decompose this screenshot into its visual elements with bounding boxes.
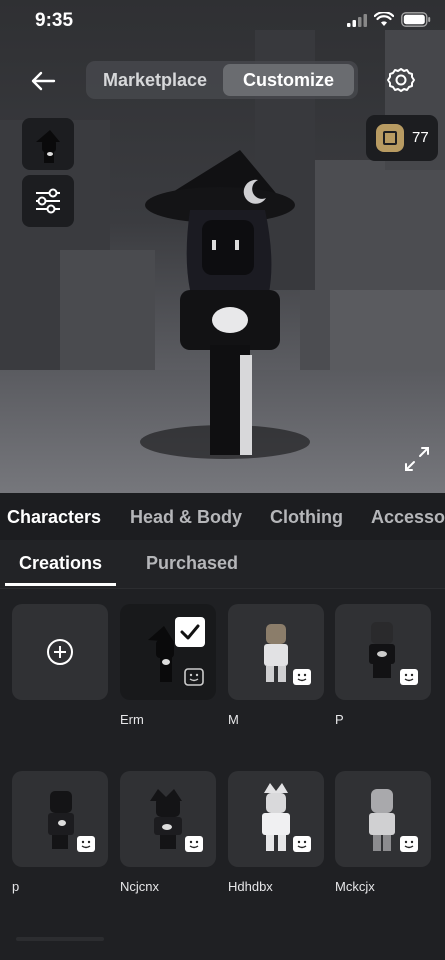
robux-balance[interactable]: 77	[366, 115, 438, 161]
avatar-thumbnail-icon	[36, 130, 60, 163]
character-tile[interactable]	[335, 771, 431, 867]
character-badge-icon	[184, 668, 204, 686]
tab-purchased[interactable]: Purchased	[146, 553, 238, 574]
create-character-button[interactable]	[12, 604, 108, 700]
character-name: Hdhdbx	[228, 879, 273, 894]
character-name: Erm	[120, 712, 144, 727]
sliders-icon	[36, 188, 60, 214]
active-tab-indicator	[5, 583, 116, 586]
tab-clothing[interactable]: Clothing	[270, 507, 343, 528]
tab-head-body[interactable]: Head & Body	[130, 507, 242, 528]
avatar-model	[145, 150, 295, 455]
avatar-thumbnail-button[interactable]	[22, 118, 74, 170]
tab-accessories[interactable]: Accesso	[371, 507, 445, 528]
character-badge-icon	[293, 836, 311, 852]
character-badge-icon	[400, 669, 418, 685]
robux-icon	[376, 124, 404, 152]
back-arrow-icon[interactable]	[28, 66, 58, 96]
character-badge-icon	[185, 836, 203, 852]
tab-characters[interactable]: Characters	[7, 507, 101, 528]
character-tile[interactable]	[335, 604, 431, 700]
wifi-icon	[374, 12, 394, 26]
selected-checkmark-icon	[175, 617, 205, 647]
mode-switcher: Marketplace Customize	[86, 61, 358, 99]
category-tabs: Characters Head & Body Clothing Accesso	[0, 493, 445, 540]
character-name: Mckcjx	[335, 879, 375, 894]
plus-circle-icon	[47, 639, 73, 665]
character-tile[interactable]	[228, 604, 324, 700]
character-tile[interactable]	[12, 771, 108, 867]
character-badge-icon	[400, 836, 418, 852]
status-time: 9:35	[35, 10, 74, 31]
character-name: P	[335, 712, 344, 727]
cellular-signal-icon	[347, 13, 367, 27]
character-name: M	[228, 712, 239, 727]
adjust-sliders-button[interactable]	[22, 175, 74, 227]
character-badge-icon	[293, 669, 311, 685]
character-name: Ncjcnx	[120, 879, 160, 894]
robux-amount: 77	[412, 129, 429, 146]
tab-marketplace[interactable]: Marketplace	[90, 64, 220, 96]
gear-icon[interactable]	[386, 64, 416, 96]
tab-customize[interactable]: Customize	[223, 64, 354, 96]
sub-tabs: Creations Purchased	[0, 540, 445, 589]
character-tile[interactable]	[120, 604, 216, 700]
scroll-indicator	[16, 937, 104, 941]
expand-icon[interactable]	[402, 444, 432, 474]
tab-creations[interactable]: Creations	[19, 553, 102, 574]
character-name: p	[12, 879, 20, 894]
scene-block	[330, 290, 445, 380]
character-badge-icon	[77, 836, 95, 852]
character-tile[interactable]	[228, 771, 324, 867]
character-tile[interactable]	[120, 771, 216, 867]
status-bar: 9:35	[0, 0, 445, 44]
battery-icon	[401, 12, 431, 27]
